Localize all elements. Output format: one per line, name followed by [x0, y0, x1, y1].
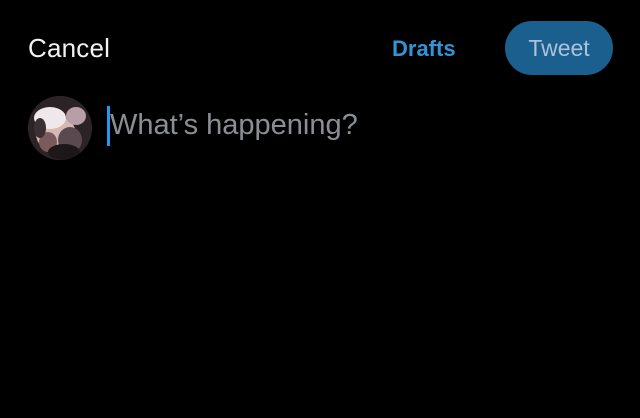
avatar[interactable]	[28, 96, 92, 160]
drafts-button[interactable]: Drafts	[392, 35, 456, 63]
avatar-icon	[28, 96, 92, 160]
tweet-button-label: Tweet	[528, 34, 590, 61]
cancel-button[interactable]: Cancel	[28, 33, 110, 63]
tweet-button[interactable]: Tweet	[505, 21, 613, 75]
compose-tweet-screen: Cancel Drafts Tweet	[0, 0, 640, 418]
compose-input[interactable]	[110, 105, 610, 145]
compose-header: Cancel Drafts Tweet	[0, 0, 640, 96]
compose-row	[0, 92, 640, 172]
